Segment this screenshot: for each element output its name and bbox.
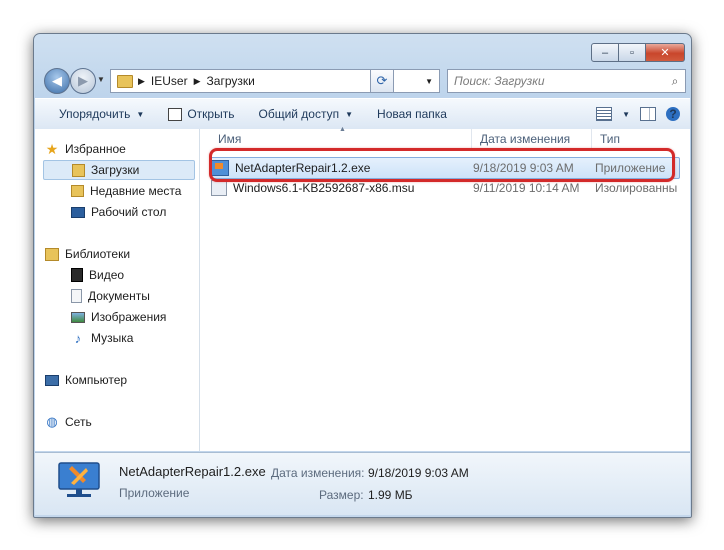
chevron-down-icon: ▼ [136,109,145,119]
column-label: Дата изменения [480,132,571,146]
view-controls: ▼ ? [596,107,690,121]
recent-places-icon [71,185,84,197]
refresh-icon: ⟳ [376,73,388,88]
maximize-button[interactable]: ▫ [619,43,646,62]
new-folder-label: Новая папка [377,107,447,121]
computer-icon [45,374,59,386]
sidebar-item-label: Компьютер [65,373,128,387]
sidebar-item-video[interactable]: Видео [71,265,124,285]
sidebar-computer[interactable]: Компьютер [45,370,127,390]
column-header-type[interactable]: Тип [592,129,690,149]
details-date-label: Дата изменения: [271,466,365,480]
music-note-icon: ♪ [74,330,82,346]
new-folder-button[interactable]: Новая папка [365,99,459,129]
folder-icon [117,74,133,88]
back-arrow-icon: ◀ [52,73,62,88]
sidebar-favorites[interactable]: ★ Избранное [45,139,126,159]
sidebar-item-music[interactable]: ♪ Музыка [71,328,134,348]
desktop-icon [71,206,85,218]
open-icon [168,107,183,121]
sidebar-item-label: Рабочий стол [91,205,167,219]
sidebar-item-label: Музыка [91,331,134,345]
downloads-folder-icon [72,163,85,177]
address-dropdown-icon[interactable]: ▼ [425,77,439,86]
sidebar-libraries[interactable]: Библиотеки [45,244,130,264]
sidebar-item-label: Сеть [65,415,92,429]
change-view-icon[interactable] [596,107,613,121]
column-header-date[interactable]: Дата изменения [472,129,592,149]
sidebar-item-label: Избранное [65,142,126,156]
share-label: Общий доступ [258,107,340,121]
back-button[interactable]: ◀ [44,68,70,94]
organize-button[interactable]: Упорядочить ▼ [35,99,156,129]
sidebar-item-label: Документы [88,289,150,303]
details-pane: NetAdapterRepair1.2.exe Приложение Дата … [35,452,690,515]
open-label: Открыть [187,107,235,121]
details-file-type: Приложение [119,486,190,500]
share-button[interactable]: Общий доступ ▼ [246,99,365,129]
sidebar-item-label: Загрузки [91,163,140,177]
command-bar: Упорядочить ▼ Открыть Общий доступ ▼ Новая… [35,98,690,130]
open-button[interactable]: Открыть [156,99,246,129]
details-file-name: NetAdapterRepair1.2.exe [119,464,266,479]
explorer-window: – ▫ ✕ ◀ ▶ ▼ ▶ IEUser ▶ Загрузки ▼ ⟳ Поис… [33,33,692,518]
organize-label: Упорядочить [59,107,131,121]
libraries-icon [45,247,59,261]
documents-icon [71,289,82,303]
sidebar-item-label: Библиотеки [65,247,131,261]
details-date-value: 9/18/2019 9:03 AM [368,466,469,480]
pictures-icon [71,311,85,323]
column-headers: Имя Дата изменения Тип [200,129,690,149]
breadcrumb-separator-icon[interactable]: ▶ [136,76,147,87]
file-date: 9/11/2019 10:14 AM [473,181,580,195]
details-size-label: Размер: [319,488,364,502]
forward-arrow-icon: ▶ [78,73,88,88]
installer-package-icon [211,180,227,196]
column-label: Имя [218,132,242,146]
column-header-name[interactable]: Имя [200,129,472,149]
search-input[interactable]: Поиск: Загрузки [448,74,665,88]
sidebar-item-label: Недавние места [90,184,182,198]
application-large-icon [58,462,100,497]
video-icon [71,268,83,282]
search-icon[interactable]: ⌕ [665,74,685,89]
star-icon: ★ [45,140,59,157]
sidebar-item-label: Изображения [91,310,167,324]
navigation-pane[interactable]: ★ Избранное Загрузки Недавние места Рабо… [35,129,200,451]
minimize-button[interactable]: – [591,43,619,62]
sidebar-network[interactable]: ◍ Сеть [45,412,92,432]
network-icon: ◍ [46,414,58,429]
recent-pages-dropdown[interactable]: ▼ [97,75,105,84]
refresh-button[interactable]: ⟳ [370,69,394,93]
caption-buttons: – ▫ ✕ [591,43,685,62]
forward-button[interactable]: ▶ [70,68,96,94]
column-label: Тип [600,132,621,146]
search-box[interactable]: Поиск: Загрузки ⌕ [447,69,686,93]
preview-pane-icon[interactable] [640,107,656,121]
sidebar-item-pictures[interactable]: Изображения [71,307,166,327]
sidebar-item-recent-places[interactable]: Недавние места [71,181,181,201]
breadcrumb-ieuser[interactable]: IEUser [147,74,192,88]
file-name: Windows6.1-KB2592687-x86.msu [233,181,415,195]
annotation-highlight [209,148,675,182]
navigation-bar: ◀ ▶ ▼ ▶ IEUser ▶ Загрузки ▼ ⟳ Поиск: Заг… [40,67,686,97]
details-size-value: 1.99 МБ [368,488,413,502]
breadcrumb-separator-icon[interactable]: ▶ [192,76,203,87]
help-icon[interactable]: ? [666,107,680,121]
view-options-chevron-icon[interactable]: ▼ [622,110,630,119]
file-type: Изолированны [595,181,678,195]
close-button[interactable]: ✕ [646,43,685,62]
sidebar-item-label: Видео [89,268,125,282]
chevron-down-icon: ▼ [345,109,354,119]
breadcrumb-downloads[interactable]: Загрузки [203,74,259,88]
sort-ascending-icon: ▲ [339,126,346,133]
sidebar-item-documents[interactable]: Документы [71,286,150,306]
sidebar-item-downloads[interactable]: Загрузки [43,160,195,180]
sidebar-item-desktop[interactable]: Рабочий стол [71,202,166,222]
